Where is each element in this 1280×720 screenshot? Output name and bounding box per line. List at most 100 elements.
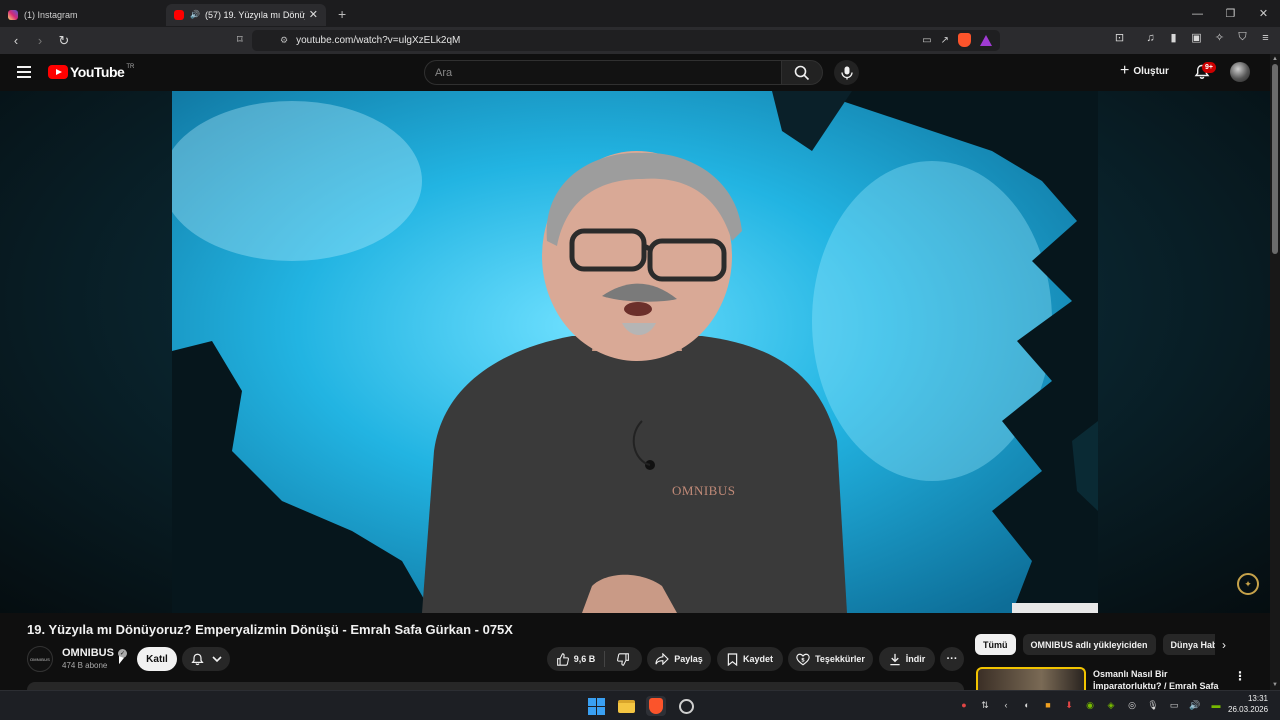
chrome-taskbar-button[interactable] [676, 696, 696, 716]
brave-shields-icon[interactable] [958, 33, 971, 47]
youtube-logo[interactable]: YouTube TR [48, 64, 134, 80]
youtube-favicon-icon [174, 9, 184, 20]
search-button[interactable] [781, 60, 823, 85]
reload-icon[interactable]: ↻ [54, 31, 74, 51]
more-actions-button[interactable]: ··· [940, 647, 964, 671]
speaker-icon[interactable]: 🔊 [190, 10, 200, 19]
join-button[interactable]: Katıl [137, 647, 177, 671]
channel-name-row[interactable]: OMNIBUS ✓ [62, 647, 127, 659]
tray-volume-icon[interactable]: 🔊 [1189, 699, 1201, 711]
forward-icon[interactable]: › [30, 31, 50, 51]
tray-display-icon[interactable]: ▭ [1168, 699, 1180, 711]
sidebar-icon[interactable]: ▮ [1167, 31, 1180, 44]
browser-tab-bar: (1) Instagram 🔊 (57) 19. Yüzyıla mı Dönü… [0, 0, 1280, 27]
vpn-icon[interactable]: ⛉ [1236, 31, 1249, 44]
chip-from-uploader[interactable]: OMNIBUS adlı yükleyiciden [1022, 634, 1156, 655]
chip-all[interactable]: Tümü [975, 634, 1016, 655]
youtube-wordmark: YouTube [70, 64, 125, 80]
chips-next-arrow-icon[interactable]: › [1222, 638, 1226, 652]
channel-avatar[interactable]: OMNIBUS [27, 646, 53, 672]
share-page-icon[interactable]: ↗ [941, 35, 949, 46]
clock-time: 13:31 [1247, 694, 1268, 703]
scroll-down-arrow-icon[interactable]: ▼ [1272, 682, 1278, 688]
hamburger-menu-icon[interactable] [17, 66, 31, 78]
minimize-button[interactable]: — [1181, 0, 1214, 27]
page-scrollbar[interactable]: ▲ ▼ [1270, 54, 1280, 690]
create-button[interactable]: + Oluştur [1120, 62, 1169, 79]
new-tab-button[interactable]: + [338, 6, 346, 22]
address-bar[interactable]: ⌑ ⚙ youtube.com/watch?v=ulgXzELk2qM ▭ ↗ [237, 30, 1000, 51]
tray-download-icon[interactable]: ⬇ [1063, 699, 1075, 711]
tab-instagram[interactable]: (1) Instagram [0, 4, 160, 26]
start-button[interactable] [586, 696, 606, 716]
plus-icon: + [1120, 62, 1130, 79]
scroll-up-arrow-icon[interactable]: ▲ [1272, 56, 1278, 62]
channel-name[interactable]: OMNIBUS [62, 647, 114, 659]
wallet-icon[interactable]: ▣ [1190, 31, 1203, 44]
music-icon[interactable]: ♫ [1144, 31, 1157, 44]
youtube-play-icon [48, 65, 68, 79]
download-icon [890, 653, 900, 665]
download-button[interactable]: İndir [879, 647, 935, 671]
scrollbar-thumb[interactable] [1272, 64, 1278, 254]
thanks-button[interactable]: $ Teşekkürler [788, 647, 873, 671]
screenshot-icon[interactable]: ⊡ [1113, 31, 1126, 44]
like-count: 9,6 B [573, 654, 596, 664]
ask-ai-sparkle-icon[interactable]: ✦ [1237, 573, 1259, 595]
tray-nvidia-icon[interactable]: ◉ [1084, 699, 1096, 711]
tray-battery-icon[interactable]: ▬ [1210, 699, 1222, 711]
tray-chat-icon[interactable]: ◎ [1126, 699, 1138, 711]
recommended-title[interactable]: Osmanlı Nasıl Bir İmparatorluktu? / Emra… [1093, 668, 1223, 690]
close-window-button[interactable]: ✕ [1247, 0, 1280, 27]
description-box[interactable] [27, 682, 964, 690]
recommended-thumbnail[interactable] [976, 667, 1086, 690]
share-button[interactable]: Paylaş [647, 647, 711, 671]
tray-sync-icon[interactable]: ◐ [1021, 699, 1033, 711]
voice-search-button[interactable] [834, 60, 859, 85]
account-avatar[interactable] [1230, 62, 1250, 82]
file-explorer-button[interactable] [616, 696, 636, 716]
like-button[interactable]: 9,6 B [547, 651, 605, 667]
video-player[interactable]: OMNIBUS [172, 91, 1098, 613]
save-button[interactable]: Kaydet [717, 647, 783, 671]
recommended-menu-icon[interactable]: ⋮ [1234, 669, 1246, 683]
share-arrow-icon [655, 653, 670, 665]
share-label: Paylaş [674, 654, 703, 664]
tray-mic-icon[interactable]: 🎙 [1147, 699, 1159, 711]
subscription-bell-button[interactable] [182, 647, 230, 671]
address-bar-actions: ▭ ↗ [922, 33, 992, 47]
save-label: Kaydet [742, 654, 773, 664]
windows-taskbar: ● ⇅ ‹ ◐ ■ ⬇ ◉ ◈ ◎ 🎙 ▭ 🔊 ▬ [0, 690, 1280, 720]
system-tray: ● ⇅ ‹ ◐ ■ ⬇ ◉ ◈ ◎ 🎙 ▭ 🔊 ▬ [958, 699, 1222, 711]
browser-toolbar: ‹ › ↻ ⌑ ⚙ youtube.com/watch?v=ulgXzELk2q… [0, 27, 1280, 54]
search-input[interactable] [425, 61, 781, 84]
tab-label: (57) 19. Yüzyıla mı Dönüyoruz [204, 9, 305, 20]
thumbs-up-icon [556, 652, 569, 666]
video-title: 19. Yüzyıla mı Dönüyoruz? Emperyalizmin … [27, 622, 513, 637]
menu-icon[interactable]: ≡ [1259, 31, 1272, 44]
browser-extension-icons: ⊡ ♫ ▮ ▣ ✧ ⛉ ≡ [1113, 31, 1272, 44]
notification-badge: 9+ [1202, 62, 1216, 73]
tray-gpu-icon[interactable]: ◈ [1105, 699, 1117, 711]
close-tab-icon[interactable]: ✕ [309, 8, 318, 21]
cast-icon[interactable]: ▭ [922, 35, 931, 46]
brave-rewards-icon[interactable] [980, 34, 992, 46]
download-label: İndir [905, 654, 926, 664]
url-text[interactable]: youtube.com/watch?v=ulgXzELk2qM [296, 35, 460, 46]
tab-youtube[interactable]: 🔊 (57) 19. Yüzyıla mı Dönüyoruz ✕ [166, 3, 326, 26]
tray-network-icon[interactable]: ⇅ [979, 699, 991, 711]
dislike-button[interactable] [605, 652, 642, 666]
brave-taskbar-button[interactable] [646, 696, 666, 716]
leo-ai-icon[interactable]: ✧ [1213, 31, 1226, 44]
brave-browser-icon [649, 698, 663, 714]
taskbar-clock[interactable]: 13:31 26.03.2026 [1228, 693, 1268, 715]
site-info-icon[interactable]: ⚙ [280, 35, 288, 46]
tray-app-icon[interactable]: ● [958, 699, 970, 711]
restore-button[interactable]: ❐ [1214, 0, 1247, 27]
search-icon [794, 65, 810, 80]
tray-update-icon[interactable]: ■ [1042, 699, 1054, 711]
bookmark-icon[interactable]: ⌑ [237, 33, 243, 46]
tray-chevron-icon[interactable]: ‹ [1000, 699, 1012, 711]
back-icon[interactable]: ‹ [6, 31, 26, 51]
chip-world-news[interactable]: Dünya Haberleri [1162, 634, 1215, 655]
